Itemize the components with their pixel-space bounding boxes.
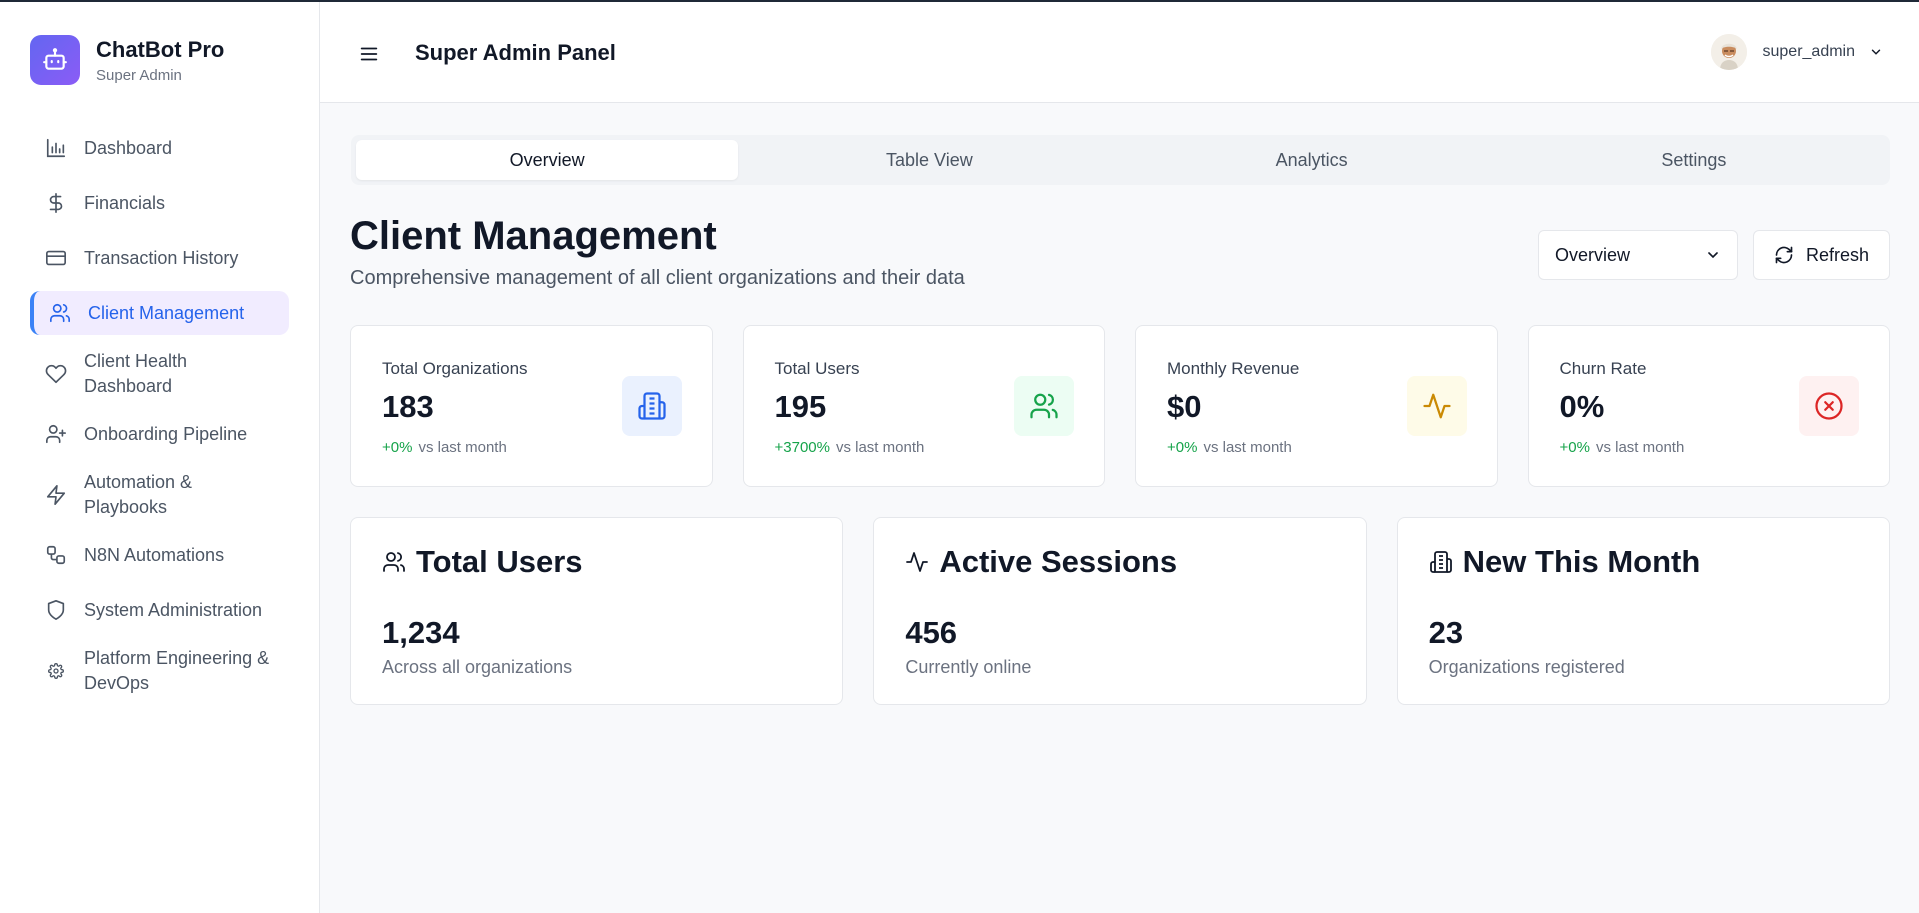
sidebar-item-label: Financials — [84, 192, 166, 213]
building-icon — [621, 376, 682, 436]
brand-subtitle: Super Admin — [96, 66, 182, 84]
sidebar-item-label: System Administration — [84, 599, 263, 620]
bar-chart-icon — [44, 136, 68, 160]
heart-icon — [44, 362, 68, 386]
tab-settings[interactable]: Settings — [1503, 140, 1885, 180]
page-title: Client Management — [350, 214, 717, 258]
view-select[interactable]: Overview — [1538, 230, 1738, 280]
stat-change: +0% vs last month — [1167, 439, 1497, 456]
card-subtitle: Across all organizations — [382, 657, 573, 677]
card-title: Active Sessions — [939, 544, 1178, 579]
stat-card-monthly-revenue: Monthly Revenue $0 +0% vs last month — [1135, 325, 1498, 487]
panel-title: Super Admin Panel — [415, 40, 616, 65]
sidebar-item-label: Dashboard — [84, 137, 173, 158]
chevron-down-icon — [1869, 45, 1883, 59]
sidebar-item-label: Transaction History — [84, 247, 239, 268]
stat-change: +0% vs last month — [1560, 439, 1890, 456]
sidebar-item-label: Client Management — [88, 302, 245, 323]
users-icon — [48, 301, 72, 325]
stat-change: +3700% vs last month — [775, 439, 1105, 456]
building-icon — [1429, 550, 1463, 574]
stat-change: +0% vs last month — [382, 439, 712, 456]
gear-icon — [44, 659, 68, 683]
top-bar: Super Admin Panel super_admin — [320, 2, 1919, 103]
credit-card-icon — [44, 246, 68, 270]
user-menu[interactable]: super_admin — [1710, 34, 1884, 70]
stats-row: Total Organizations 183 +0% vs last month… — [350, 325, 1890, 487]
sidebar-item-financials[interactable]: Financials — [30, 181, 289, 225]
stat-change-suffix: vs last month — [1595, 439, 1685, 456]
sidebar-item-onboarding-pipeline[interactable]: Onboarding Pipeline — [30, 412, 289, 456]
users-icon — [1014, 376, 1074, 436]
stat-card-churn-rate: Churn Rate 0% +0% vs last month — [1527, 325, 1890, 487]
card-title: Total Users — [416, 544, 583, 579]
stat-change-value: +0% — [382, 439, 413, 456]
card-subtitle: Currently online — [905, 657, 1032, 677]
chevron-down-icon — [1705, 247, 1721, 263]
refresh-button[interactable]: Refresh — [1753, 230, 1890, 280]
dollar-icon — [44, 191, 68, 215]
sidebar-item-client-management[interactable]: Client Management — [30, 291, 289, 335]
summary-card-total-users: Total Users 1,234 Across all organizatio… — [350, 517, 844, 705]
refresh-label: Refresh — [1805, 244, 1870, 265]
sidebar-item-system-administration[interactable]: System Administration — [30, 588, 289, 632]
zap-icon — [44, 483, 68, 507]
sidebar-item-n8n-automations[interactable]: N8N Automations — [30, 533, 289, 577]
stat-change-suffix: vs last month — [1203, 439, 1292, 456]
sidebar-item-automation-playbooks[interactable]: Automation & Playbooks — [30, 467, 289, 522]
brand[interactable]: ChatBot Pro Super Admin — [30, 35, 224, 85]
sidebar-item-client-health-dashboard[interactable]: Client Health Dashboard — [30, 346, 289, 401]
stat-card-total-organizations: Total Organizations 183 +0% vs last month — [350, 325, 713, 487]
menu-icon[interactable] — [358, 43, 380, 65]
page-subtitle: Comprehensive management of all client o… — [350, 267, 965, 289]
sidebar: ChatBot Pro Super Admin Dashboard Financ… — [0, 2, 320, 913]
view-select-value: Overview — [1555, 244, 1631, 265]
sidebar-item-transaction-history[interactable]: Transaction History — [30, 236, 289, 280]
view-tabs: Overview Table View Analytics Settings — [351, 135, 1890, 185]
brand-name: ChatBot Pro — [96, 36, 225, 62]
stat-change-suffix: vs last month — [418, 439, 507, 456]
x-circle-icon — [1799, 376, 1859, 436]
sidebar-item-label: N8N Automations — [84, 544, 225, 565]
card-title: New This Month — [1462, 544, 1701, 579]
summary-card-active-sessions: Active Sessions 456 Currently online — [873, 517, 1367, 705]
tab-analytics[interactable]: Analytics — [1121, 140, 1503, 180]
user-plus-icon — [44, 422, 68, 446]
summary-cards: Total Users 1,234 Across all organizatio… — [350, 517, 1890, 705]
stat-change-value: +0% — [1167, 439, 1198, 456]
robot-icon — [30, 35, 80, 85]
card-subtitle: Organizations registered — [1428, 657, 1625, 677]
tab-table-view[interactable]: Table View — [738, 140, 1120, 180]
summary-card-new-this-month: New This Month 23 Organizations register… — [1396, 517, 1890, 705]
activity-icon — [905, 550, 939, 574]
username: super_admin — [1762, 43, 1856, 60]
refresh-icon — [1774, 245, 1806, 265]
stat-change-value: +3700% — [774, 439, 830, 456]
users-icon — [382, 550, 416, 574]
sidebar-item-label: Onboarding Pipeline — [84, 423, 248, 444]
stat-change-value: +0% — [1559, 439, 1590, 456]
workflow-icon — [44, 543, 68, 567]
shield-icon — [44, 598, 68, 622]
stat-card-total-users: Total Users 195 +3700% vs last month — [742, 325, 1105, 487]
card-value: 1,234 — [382, 615, 460, 650]
avatar — [1710, 34, 1747, 70]
card-value: 456 — [905, 615, 958, 650]
sidebar-item-label: Client Health Dashboard — [84, 350, 188, 396]
tab-overview[interactable]: Overview — [356, 140, 739, 180]
sidebar-item-platform-engineering[interactable]: Platform Engineering & DevOps — [30, 643, 289, 698]
card-value: 23 — [1428, 615, 1464, 650]
sidebar-item-dashboard[interactable]: Dashboard — [30, 126, 289, 170]
activity-icon — [1406, 376, 1467, 436]
sidebar-nav: Dashboard Financials Transaction History… — [30, 126, 289, 709]
sidebar-item-label: Automation & Playbooks — [84, 471, 193, 517]
sidebar-item-label: Platform Engineering & DevOps — [84, 647, 270, 693]
stat-change-suffix: vs last month — [835, 439, 925, 456]
